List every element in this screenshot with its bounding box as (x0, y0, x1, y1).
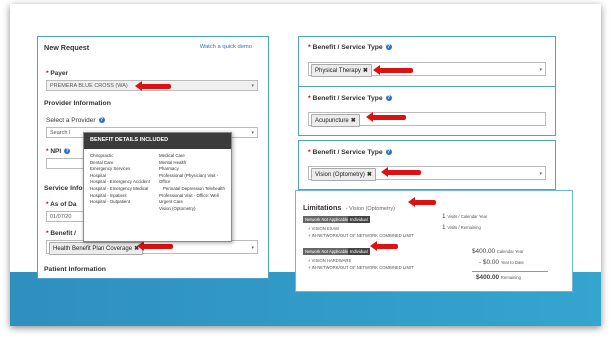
benefit-service-label: * Benefit / Service Type? (308, 95, 392, 102)
individual-badge: Individual (348, 248, 370, 255)
service-type-select[interactable]: Acupuncture ✖ (308, 112, 546, 127)
service-tag-label: Acupuncture (315, 118, 349, 124)
info-icon[interactable]: ? (98, 117, 105, 124)
limit-value: - $0.00 Year to Date (479, 259, 524, 266)
close-icon[interactable]: ✖ (351, 118, 356, 124)
service-info-heading: Service Info (44, 185, 83, 192)
info-icon[interactable]: ? (64, 148, 71, 155)
network-badge: Network Not Applicable (303, 216, 351, 223)
provider-info-heading: Provider Information (44, 100, 111, 107)
close-icon[interactable]: ✖ (367, 172, 372, 178)
annotation-arrow (366, 112, 406, 122)
list-item: Urgent Care (159, 199, 183, 205)
list-item: Dental Care (90, 159, 114, 165)
benefit-service-panel-1: * Benefit / Service Type? Physical Thera… (298, 36, 556, 88)
benefit-service-panel-3: * Benefit / Service Type? Vision (Optome… (298, 140, 556, 190)
list-item: Medical Care (159, 153, 185, 158)
date-value: 01/07/20 (50, 214, 72, 220)
popup-left-column: Chiropractic Dental Care Emergency Servi… (90, 153, 156, 206)
info-icon[interactable]: ? (385, 149, 392, 156)
watch-demo-link[interactable]: Watch a quick demo (200, 44, 252, 50)
list-item: Hospital - Outpatient (90, 199, 131, 205)
chevron-down-icon: ▾ (539, 67, 542, 73)
list-item: + VISION HARDWARE (308, 258, 352, 263)
annotation-arrow (373, 65, 413, 75)
limit-value: $400.00 Calendar Year (472, 248, 524, 255)
annotation-arrow (381, 167, 421, 177)
list-item: + IN-NETWORK/OUT OF NETWORK COMBINED LIM… (308, 233, 414, 238)
list-item: Hospital - Inpatient (90, 192, 127, 198)
limit-value: 1 Visits / Remaining (442, 224, 481, 231)
chevron-down-icon: ▾ (251, 130, 254, 136)
popup-title: BENEFIT DETAILS INCLUDED (84, 133, 231, 149)
list-item: Hospital - Emergency Medical (90, 185, 149, 191)
benefit-tag[interactable]: Health Benefit Plan Coverage✖ (49, 242, 144, 255)
screenshot-frame: New Request Watch a quick demo * Payer P… (10, 4, 601, 326)
list-item: Emergency Services (90, 166, 131, 172)
limitations-subtitle: - Vision (Optometry) (345, 206, 395, 212)
service-tag[interactable]: Acupuncture ✖ (311, 114, 360, 127)
npi-label: * NPI? (46, 148, 71, 155)
payer-label: * Payer (46, 70, 69, 77)
info-icon[interactable]: ? (385, 95, 392, 102)
chevron-down-icon: ▾ (251, 83, 254, 89)
network-badge: Network Not Applicable (303, 248, 351, 255)
list-item: + VISION EXAM (308, 226, 339, 231)
list-item: Hospital (90, 172, 106, 178)
close-icon[interactable]: ✖ (363, 68, 368, 74)
limitations-heading: Limitations (303, 203, 342, 212)
service-tag[interactable]: Physical Therapy ✖ (311, 64, 372, 77)
list-item: Pharmacy (159, 166, 179, 172)
annotation-arrow (137, 241, 173, 251)
annotation-arrow (135, 81, 171, 91)
list-item: + IN-NETWORK/OUT OF NETWORK COMBINED LIM… (308, 265, 414, 270)
limit-value: 1 Visits / Calendar Year (442, 213, 488, 220)
list-item: Professional Visit - Office: Well (159, 192, 219, 198)
payer-value: PREMERA BLUE CROSS (WA) (50, 83, 128, 89)
limit-divider (472, 271, 548, 272)
service-tag-label: Physical Therapy (315, 68, 361, 74)
search-placeholder: Search I (50, 130, 71, 136)
annotation-arrow (408, 197, 436, 207)
patient-info-heading: Patient Information (44, 266, 106, 273)
date-input[interactable]: 01/07/20 (46, 211, 86, 222)
list-item: Chiropractic (90, 153, 114, 158)
select-provider-label: Select a Provider? (46, 117, 105, 124)
service-tag[interactable]: Vision (Optometry) ✖ (311, 168, 376, 181)
individual-badge: Individual (348, 216, 370, 223)
benefit-service-label: * Benefit / Service Type? (308, 149, 392, 156)
benefit-tag-label: Health Benefit Plan Coverage (53, 246, 133, 252)
service-tag-label: Vision (Optometry) (315, 172, 365, 178)
list-item: Mental Health (159, 159, 187, 165)
annotation-arrow (370, 241, 398, 251)
panel-title: New Request (44, 43, 90, 52)
popup-right-column: Medical Care Mental Health Pharmacy Prof… (159, 153, 227, 212)
benefit-label: * Benefit / (46, 230, 76, 237)
list-item: Perinatal Depression Telehealth (163, 185, 225, 191)
list-item: Hospital - Emergency Accident (90, 179, 150, 185)
list-item: Vision (Optometry) (159, 205, 196, 211)
benefit-details-popup: BENEFIT DETAILS INCLUDED Chiropractic De… (83, 132, 232, 242)
as-of-date-label: * As of Da (46, 201, 77, 208)
service-type-select[interactable]: Vision (Optometry) ✖ ▾ (308, 166, 546, 181)
benefit-service-panel-2: * Benefit / Service Type? Acupuncture ✖ (298, 86, 556, 136)
npi-input[interactable] (46, 158, 86, 169)
list-item: Professional (Physician) Visit - Office (159, 172, 219, 185)
limitations-title: Limitations - Vision (Optometry) (303, 197, 395, 215)
limit-value: $400.00 Remaining (476, 274, 521, 281)
chevron-down-icon: ▾ (251, 245, 254, 251)
limitations-panel: Limitations - Vision (Optometry) Network… (295, 190, 573, 292)
benefit-service-label: * Benefit / Service Type? (308, 44, 392, 51)
service-type-select[interactable]: Physical Therapy ✖ ▾ (308, 62, 546, 77)
info-icon[interactable]: ? (385, 44, 392, 51)
chevron-down-icon: ▾ (539, 171, 542, 177)
